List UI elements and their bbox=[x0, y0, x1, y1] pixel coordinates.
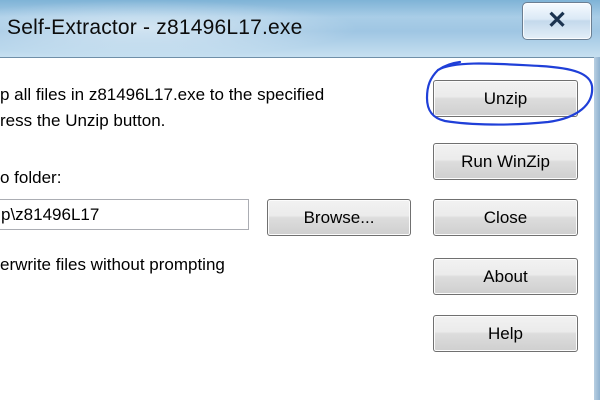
run-winzip-button-label: Run WinZip bbox=[461, 152, 550, 171]
dialog-body: p all files in z81496L17.exe to the spec… bbox=[0, 58, 594, 400]
window-close-button[interactable]: ✕ bbox=[522, 2, 592, 40]
folder-label: o folder: bbox=[0, 168, 62, 187]
close-button-label: Close bbox=[483, 208, 528, 227]
close-button[interactable]: Close bbox=[433, 199, 578, 236]
overwrite-label[interactable]: erwrite files without prompting bbox=[0, 255, 225, 275]
title-bar: Self-Extractor - z81496L17.exe ✕ bbox=[0, 0, 600, 58]
instruction-line-1: p all files in z81496L17.exe to the spec… bbox=[0, 85, 325, 104]
help-button[interactable]: Help bbox=[433, 315, 578, 352]
run-winzip-button[interactable]: Run WinZip bbox=[433, 143, 578, 180]
help-button-label: Help bbox=[488, 324, 523, 343]
instruction-text: p all files in z81496L17.exe to the spec… bbox=[0, 82, 324, 134]
browse-button-label: Browse... bbox=[303, 208, 375, 227]
window-right-border bbox=[594, 57, 600, 400]
unzip-button[interactable]: Unzip bbox=[433, 80, 578, 117]
unzip-button-label: Unzip bbox=[483, 89, 528, 108]
close-icon: ✕ bbox=[546, 7, 568, 34]
about-button-label: About bbox=[483, 267, 528, 286]
about-button[interactable]: About bbox=[433, 258, 578, 295]
instruction-line-2: ress the Unzip button. bbox=[0, 111, 166, 130]
browse-button[interactable]: Browse... bbox=[267, 199, 411, 236]
folder-input-value: p\z81496L17 bbox=[1, 205, 100, 224]
window-title: Self-Extractor - z81496L17.exe bbox=[7, 16, 303, 39]
folder-input[interactable]: p\z81496L17 bbox=[0, 199, 249, 230]
